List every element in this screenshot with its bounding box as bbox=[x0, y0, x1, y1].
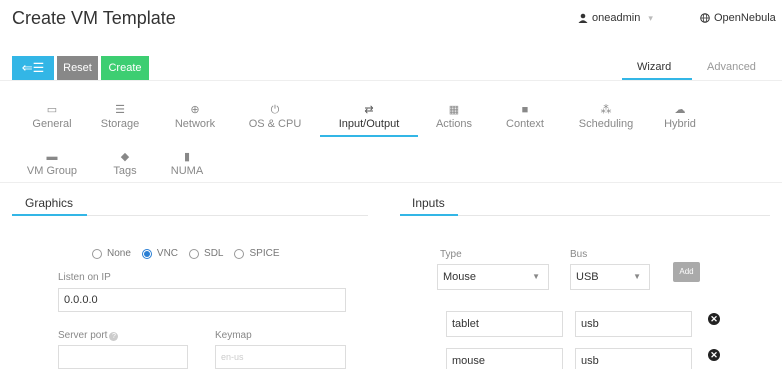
server-port-label-text: Server port bbox=[58, 330, 108, 341]
tab-wizard[interactable]: Wizard bbox=[637, 61, 671, 73]
chip-icon: ▮ bbox=[183, 151, 191, 163]
folder-open-icon: ▬ bbox=[46, 151, 58, 163]
reset-button[interactable]: Reset bbox=[57, 56, 98, 80]
tab-label: Input/Output bbox=[338, 118, 400, 130]
tab-label: Storage bbox=[100, 118, 140, 130]
tab-advanced[interactable]: Advanced bbox=[707, 61, 756, 73]
radio-label: SPICE bbox=[249, 248, 280, 259]
graphics-underline bbox=[12, 214, 87, 216]
tab-numa[interactable]: ▮ NUMA bbox=[147, 150, 227, 177]
input-row-type[interactable]: tablet bbox=[446, 311, 563, 337]
tab-label: Context bbox=[506, 118, 544, 130]
server-port-field[interactable] bbox=[58, 345, 188, 369]
help-icon: ? bbox=[109, 332, 119, 341]
radio-label: VNC bbox=[156, 248, 179, 259]
inputs-underline bbox=[400, 214, 458, 216]
page-title: Create VM Template bbox=[12, 8, 176, 28]
chevron-down-icon: ▾ bbox=[648, 12, 653, 23]
tab-network[interactable]: ⊕ Network bbox=[155, 103, 235, 130]
bus-label: Bus bbox=[570, 249, 588, 260]
keymap-field[interactable]: en-us bbox=[215, 345, 346, 369]
tab-hybrid[interactable]: ☁ Hybrid bbox=[640, 103, 720, 130]
tab-label: Scheduling bbox=[578, 118, 634, 130]
input-row-type[interactable]: mouse bbox=[446, 348, 563, 369]
globe-icon bbox=[700, 13, 710, 23]
chevron-down-icon: ▼ bbox=[633, 272, 641, 281]
tab-context[interactable]: ■ Context bbox=[485, 103, 565, 130]
back-button[interactable]: ⇐☰ bbox=[12, 56, 54, 80]
radio-label: None bbox=[107, 248, 131, 259]
type-label: Type bbox=[440, 249, 462, 260]
graphics-section-title: Graphics bbox=[25, 196, 74, 210]
active-tab-indicator bbox=[320, 135, 418, 137]
radio-none[interactable] bbox=[92, 248, 102, 259]
add-input-button[interactable]: Add bbox=[673, 262, 700, 282]
remove-icon[interactable]: ✕ bbox=[708, 313, 720, 325]
tab-scheduling[interactable]: ⁂ Scheduling bbox=[566, 103, 646, 130]
graphics-type-radio-group: None VNC SDL SPICE bbox=[92, 248, 286, 259]
zone-name: OpenNebula bbox=[714, 12, 776, 24]
tab-storage[interactable]: ☰ Storage bbox=[80, 103, 160, 130]
inputs-section-title: Inputs bbox=[412, 196, 445, 210]
zone-menu[interactable]: OpenNebula bbox=[700, 12, 776, 24]
user-name: oneadmin bbox=[592, 12, 641, 24]
remove-icon[interactable]: ✕ bbox=[708, 349, 720, 361]
folder-icon: ■ bbox=[521, 104, 529, 116]
tab-vm-group[interactable]: ▬ VM Group bbox=[12, 150, 92, 177]
tab-label: NUMA bbox=[170, 165, 204, 177]
input-type-value: Mouse bbox=[443, 271, 477, 283]
listen-ip-field[interactable]: 0.0.0.0 bbox=[58, 288, 346, 312]
bus-value: USB bbox=[576, 271, 599, 283]
storage-icon: ☰ bbox=[115, 104, 125, 116]
radio-spice[interactable] bbox=[234, 248, 245, 259]
tab-label: Actions bbox=[435, 118, 473, 130]
globe-icon: ⊕ bbox=[190, 104, 200, 116]
input-row-bus[interactable]: usb bbox=[575, 311, 692, 337]
exchange-icon: ⇄ bbox=[364, 104, 374, 116]
divider bbox=[0, 80, 782, 81]
power-icon: ⏻ bbox=[270, 104, 280, 116]
user-icon bbox=[578, 13, 588, 23]
tab-label: OS & CPU bbox=[248, 118, 302, 130]
bus-select[interactable]: USB ▼ bbox=[570, 264, 650, 290]
input-type-select[interactable]: Mouse ▼ bbox=[437, 264, 549, 290]
sitemap-icon: ⁂ bbox=[600, 104, 612, 116]
cloud-icon: ☁ bbox=[674, 104, 686, 116]
divider bbox=[0, 182, 782, 183]
create-button[interactable]: Create bbox=[101, 56, 149, 80]
keymap-label: Keymap bbox=[215, 330, 252, 341]
top-bar: Create VM Template oneadmin ▾ OpenNebula bbox=[0, 0, 782, 38]
tab-label: VM Group bbox=[26, 165, 78, 177]
user-menu[interactable]: oneadmin ▾ bbox=[578, 12, 653, 24]
tab-input-output[interactable]: ⇄ Input/Output bbox=[329, 103, 409, 130]
tab-os-cpu[interactable]: ⏻ OS & CPU bbox=[235, 103, 315, 130]
tab-actions[interactable]: ▦ Actions bbox=[414, 103, 494, 130]
tab-label: Network bbox=[174, 118, 216, 130]
tab-label: Hybrid bbox=[664, 118, 696, 130]
radio-sdl[interactable] bbox=[189, 248, 200, 259]
chevron-down-icon: ▼ bbox=[532, 272, 540, 281]
input-row-bus[interactable]: usb bbox=[575, 348, 692, 369]
radio-vnc[interactable] bbox=[141, 248, 152, 259]
radio-label: SDL bbox=[204, 248, 224, 259]
calendar-icon: ▦ bbox=[448, 104, 460, 116]
server-port-label: Server port? bbox=[58, 330, 119, 341]
listen-ip-label: Listen on IP bbox=[58, 272, 111, 283]
